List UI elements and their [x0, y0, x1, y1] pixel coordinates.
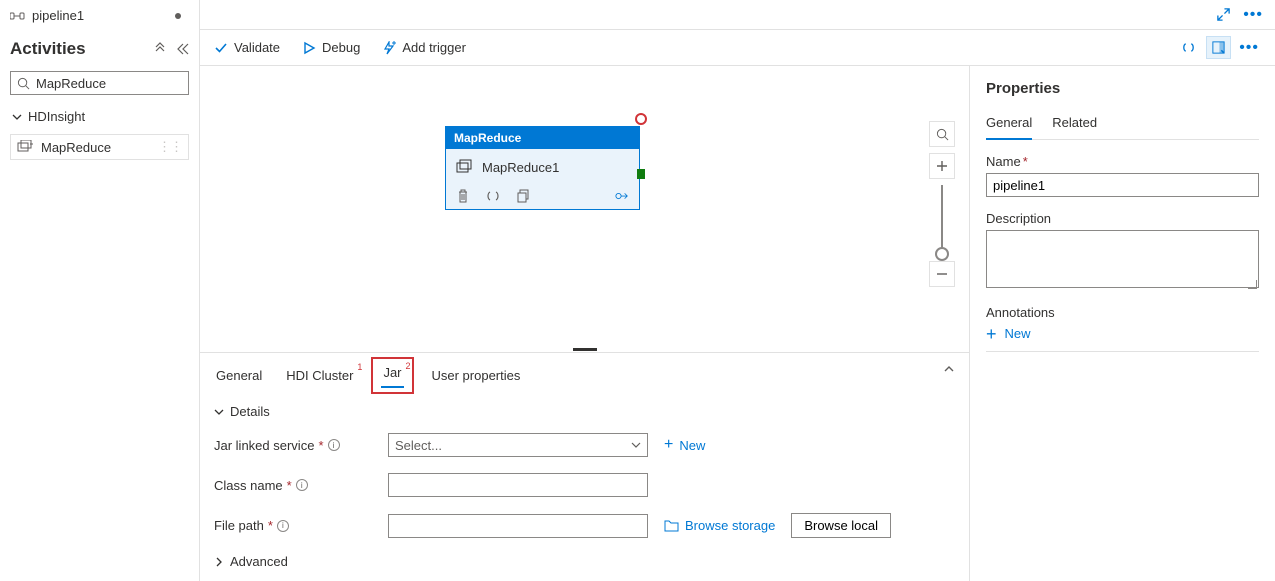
trigger-icon [382, 41, 396, 55]
file-path-input[interactable] [388, 514, 648, 538]
class-name-input[interactable] [388, 473, 648, 497]
group-hdinsight[interactable]: HDInsight [0, 103, 199, 130]
unsaved-indicator [175, 13, 181, 19]
pipeline-name: pipeline1 [32, 8, 175, 23]
mapreduce-icon [17, 140, 33, 154]
activities-heading: Activities [10, 39, 153, 59]
play-icon [302, 41, 316, 55]
zoom-out-button[interactable] [929, 261, 955, 287]
class-name-label: Class name*i [214, 478, 388, 493]
debug-button[interactable]: Debug [302, 40, 360, 55]
mapreduce-icon [456, 159, 474, 175]
jar-linked-service-select[interactable]: Select... [388, 433, 648, 457]
advanced-toggle[interactable]: Advanced [214, 554, 955, 569]
pipeline-canvas[interactable]: MapReduce MapReduce1 [200, 66, 969, 348]
folder-icon [664, 519, 679, 532]
drag-grip-icon: ⋮⋮ [158, 139, 182, 155]
search-icon [17, 77, 30, 90]
activity-node-mapreduce[interactable]: MapReduce MapReduce1 [445, 126, 640, 210]
properties-heading: Properties [986, 80, 1259, 97]
collapse-config-icon[interactable] [943, 363, 955, 375]
pipeline-tab[interactable]: pipeline1 [0, 0, 199, 31]
info-icon: i [296, 479, 308, 491]
new-linked-service-button[interactable]: +New [664, 438, 705, 453]
browse-storage-button[interactable]: Browse storage [664, 518, 775, 533]
copy-icon[interactable] [516, 189, 530, 203]
zoom-in-button[interactable] [929, 153, 955, 179]
info-icon: i [328, 439, 340, 451]
description-input[interactable] [986, 230, 1259, 288]
tab-general[interactable]: General [214, 362, 264, 389]
properties-tab-general[interactable]: General [986, 111, 1032, 140]
properties-tab-related[interactable]: Related [1052, 111, 1097, 139]
more-icon[interactable]: ••• [1243, 6, 1263, 24]
zoom-slider[interactable] [941, 185, 943, 255]
search-input[interactable]: MapReduce [10, 71, 189, 95]
annotations-label: Annotations [986, 305, 1259, 320]
chevron-right-icon [214, 557, 224, 567]
add-annotation-button[interactable]: +New [986, 326, 1259, 341]
tab-jar[interactable]: Jar [381, 361, 403, 388]
details-toggle[interactable]: Details [214, 404, 955, 419]
add-trigger-button[interactable]: Add trigger [382, 40, 466, 55]
validate-button[interactable]: Validate [214, 40, 280, 55]
chevron-down-icon [12, 112, 22, 122]
tab-hdi-cluster[interactable]: HDI Cluster [284, 362, 355, 389]
description-label: Description [986, 211, 1259, 226]
pipeline-icon [10, 9, 26, 23]
info-icon: i [277, 520, 289, 532]
output-port[interactable] [637, 169, 645, 179]
tab-user-properties[interactable]: User properties [430, 362, 523, 389]
collapse-all-icon[interactable] [153, 42, 167, 56]
browse-local-button[interactable]: Browse local [791, 513, 891, 538]
name-input[interactable] [986, 173, 1259, 197]
check-icon [214, 41, 228, 55]
code-view-button[interactable] [1177, 36, 1200, 59]
expand-icon[interactable] [1216, 7, 1231, 22]
chevron-down-icon [631, 440, 641, 450]
jar-linked-service-label: Jar linked service*i [214, 438, 388, 453]
properties-toggle-button[interactable] [1206, 36, 1231, 59]
delete-icon[interactable] [456, 189, 470, 203]
output-arrow-icon[interactable] [615, 189, 629, 203]
collapse-panel-icon[interactable] [175, 42, 189, 56]
activity-item-mapreduce[interactable]: MapReduce ⋮⋮ [10, 134, 189, 160]
canvas-search-button[interactable] [929, 121, 955, 147]
code-icon[interactable] [486, 189, 500, 203]
zoom-thumb[interactable] [935, 247, 949, 261]
node-name: MapReduce1 [482, 160, 559, 175]
file-path-label: File path*i [214, 518, 388, 533]
more-actions-icon[interactable]: ••• [1237, 39, 1261, 57]
node-type: MapReduce [446, 127, 639, 149]
validation-error-icon [635, 113, 647, 125]
chevron-down-icon [214, 407, 224, 417]
search-value: MapReduce [36, 76, 106, 91]
name-label: Name* [986, 154, 1259, 169]
